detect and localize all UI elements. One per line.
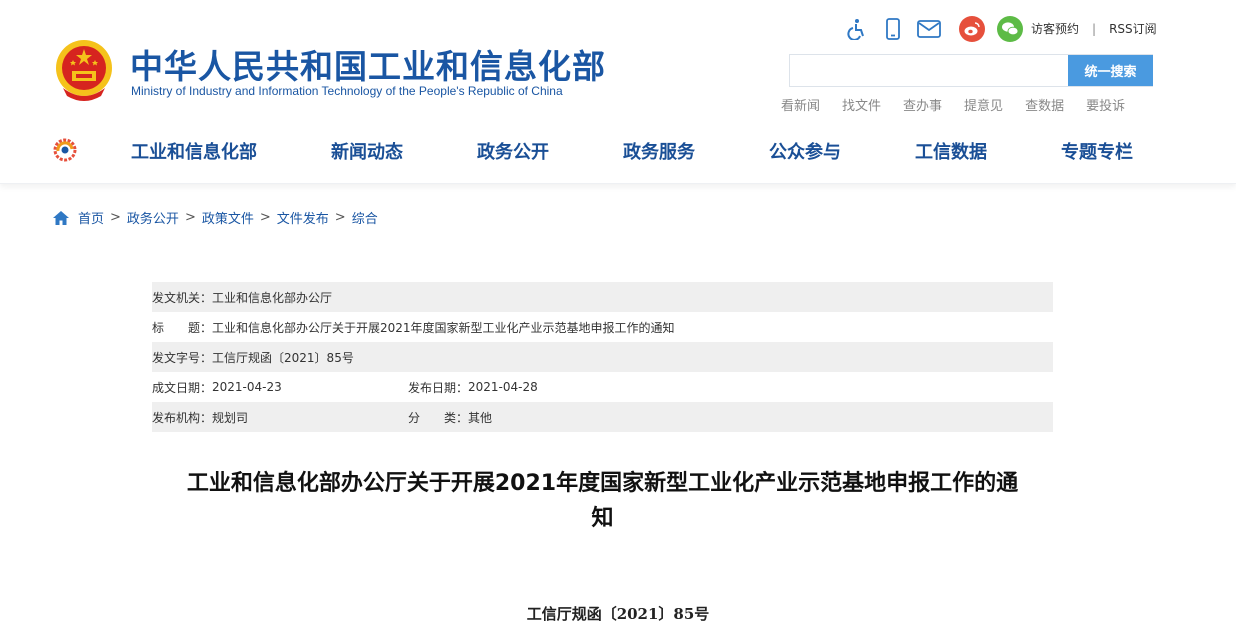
main-nav: 工业和信息化部 新闻动态 政务公开 政务服务 公众参与 工信数据 专题专栏	[0, 138, 1236, 164]
site-header: 中华人民共和国工业和信息化部 Ministry of Industry and …	[0, 0, 1236, 184]
top-links: 访客预约 | RSS订阅	[1031, 20, 1157, 37]
meta-row-org: 发布机构： 规划司 分 类： 其他	[152, 402, 1053, 432]
org-value: 规划司	[212, 410, 249, 425]
quick-link-complaint[interactable]: 要投诉	[1086, 95, 1125, 114]
nav-item-government-affairs[interactable]: 政务公开	[477, 138, 549, 164]
weibo-icon[interactable]	[959, 16, 985, 42]
breadcrumb-separator: >	[334, 210, 346, 225]
top-link-separator: |	[1092, 21, 1097, 36]
rss-link[interactable]: RSS订阅	[1109, 20, 1157, 37]
issuer-label: 发文机关：	[152, 290, 213, 305]
quick-link-feedback[interactable]: 提意见	[964, 95, 1003, 114]
published-label: 发布日期：	[408, 380, 469, 395]
search-button[interactable]: 统一搜索	[1068, 55, 1153, 86]
breadcrumb-policy-documents[interactable]: 政策文件	[202, 208, 254, 227]
quick-link-data[interactable]: 查数据	[1025, 95, 1064, 114]
site-subtitle[interactable]: Ministry of Industry and Information Tec…	[131, 84, 563, 98]
document-meta-table: 发文机关： 工业和信息化部办公厅 标 题： 工业和信息化部办公厅关于开展2021…	[152, 282, 1053, 432]
title-label: 标 题：	[152, 320, 213, 335]
published-date-cell: 发布日期： 2021-04-28	[408, 379, 538, 396]
meta-row-docno: 发文字号： 工信厅规函〔2021〕85号	[152, 342, 1053, 372]
org-cell: 发布机构： 规划司	[152, 409, 408, 426]
nav-item-participation[interactable]: 公众参与	[769, 138, 841, 164]
created-label: 成文日期：	[152, 380, 213, 395]
article-doc-number: 工信厅规函〔2021〕85号	[526, 605, 710, 623]
article-title-line-2: 知	[591, 506, 614, 531]
created-value: 2021-04-23	[212, 380, 282, 394]
breadcrumb-home[interactable]: 首页	[78, 208, 104, 227]
breadcrumb-separator: >	[259, 210, 271, 225]
nav-item-miit[interactable]: 工业和信息化部	[131, 138, 257, 164]
utility-icons	[845, 16, 1023, 42]
issuer-value: 工业和信息化部办公厅	[212, 290, 333, 305]
nav-item-services[interactable]: 政务服务	[623, 138, 695, 164]
site-title[interactable]: 中华人民共和国工业和信息化部	[130, 40, 606, 88]
mobile-icon[interactable]	[881, 17, 905, 41]
title-value: 工业和信息化部办公厅关于开展2021年度国家新型工业化产业示范基地申报工作的通知	[212, 320, 675, 335]
quick-link-news[interactable]: 看新闻	[781, 95, 820, 114]
category-cell: 分 类： 其他	[408, 409, 492, 426]
docno-value: 工信厅规函〔2021〕85号	[212, 350, 354, 365]
breadcrumb-separator: >	[184, 210, 196, 225]
meta-row-title: 标 题： 工业和信息化部办公厅关于开展2021年度国家新型工业化产业示范基地申报…	[152, 312, 1053, 342]
nav-item-news[interactable]: 新闻动态	[331, 138, 403, 164]
meta-row-dates: 成文日期： 2021-04-23 发布日期： 2021-04-28	[152, 372, 1053, 402]
breadcrumb-general[interactable]: 综合	[352, 208, 378, 227]
docno-label: 发文字号：	[152, 350, 213, 365]
wechat-icon[interactable]	[997, 16, 1023, 42]
breadcrumb-separator: >	[110, 210, 121, 225]
national-emblem-icon[interactable]	[53, 38, 115, 104]
published-value: 2021-04-28	[468, 380, 538, 394]
category-label: 分 类：	[408, 410, 469, 425]
meta-row-issuer: 发文机关： 工业和信息化部办公厅	[152, 282, 1053, 312]
breadcrumb: 首页 > 政务公开 > 政策文件 > 文件发布 > 综合	[53, 208, 378, 227]
search-box: 统一搜索	[789, 54, 1153, 87]
quick-links: 看新闻 找文件 查办事 提意见 查数据 要投诉	[781, 95, 1147, 114]
article-title-line-1: 工业和信息化部办公厅关于开展2021年度国家新型工业化产业示范基地申报工作的通	[186, 471, 1019, 496]
created-date-cell: 成文日期： 2021-04-23	[152, 379, 408, 396]
breadcrumb-file-release[interactable]: 文件发布	[277, 208, 329, 227]
mail-icon[interactable]	[917, 17, 941, 41]
home-icon[interactable]	[53, 210, 69, 225]
quick-link-files[interactable]: 找文件	[842, 95, 881, 114]
article-title: 工业和信息化部办公厅关于开展2021年度国家新型工业化产业示范基地申报工作的通 …	[152, 466, 1053, 536]
quick-link-services[interactable]: 查办事	[903, 95, 942, 114]
search-input[interactable]	[790, 55, 1068, 86]
breadcrumb-government-affairs[interactable]: 政务公开	[127, 208, 179, 227]
category-value: 其他	[468, 410, 493, 425]
org-label: 发布机构：	[152, 410, 213, 425]
visitor-link[interactable]: 访客预约	[1031, 20, 1079, 37]
accessibility-icon[interactable]	[845, 17, 869, 41]
nav-item-topics[interactable]: 专题专栏	[1061, 138, 1133, 164]
nav-item-data[interactable]: 工信数据	[915, 138, 987, 164]
